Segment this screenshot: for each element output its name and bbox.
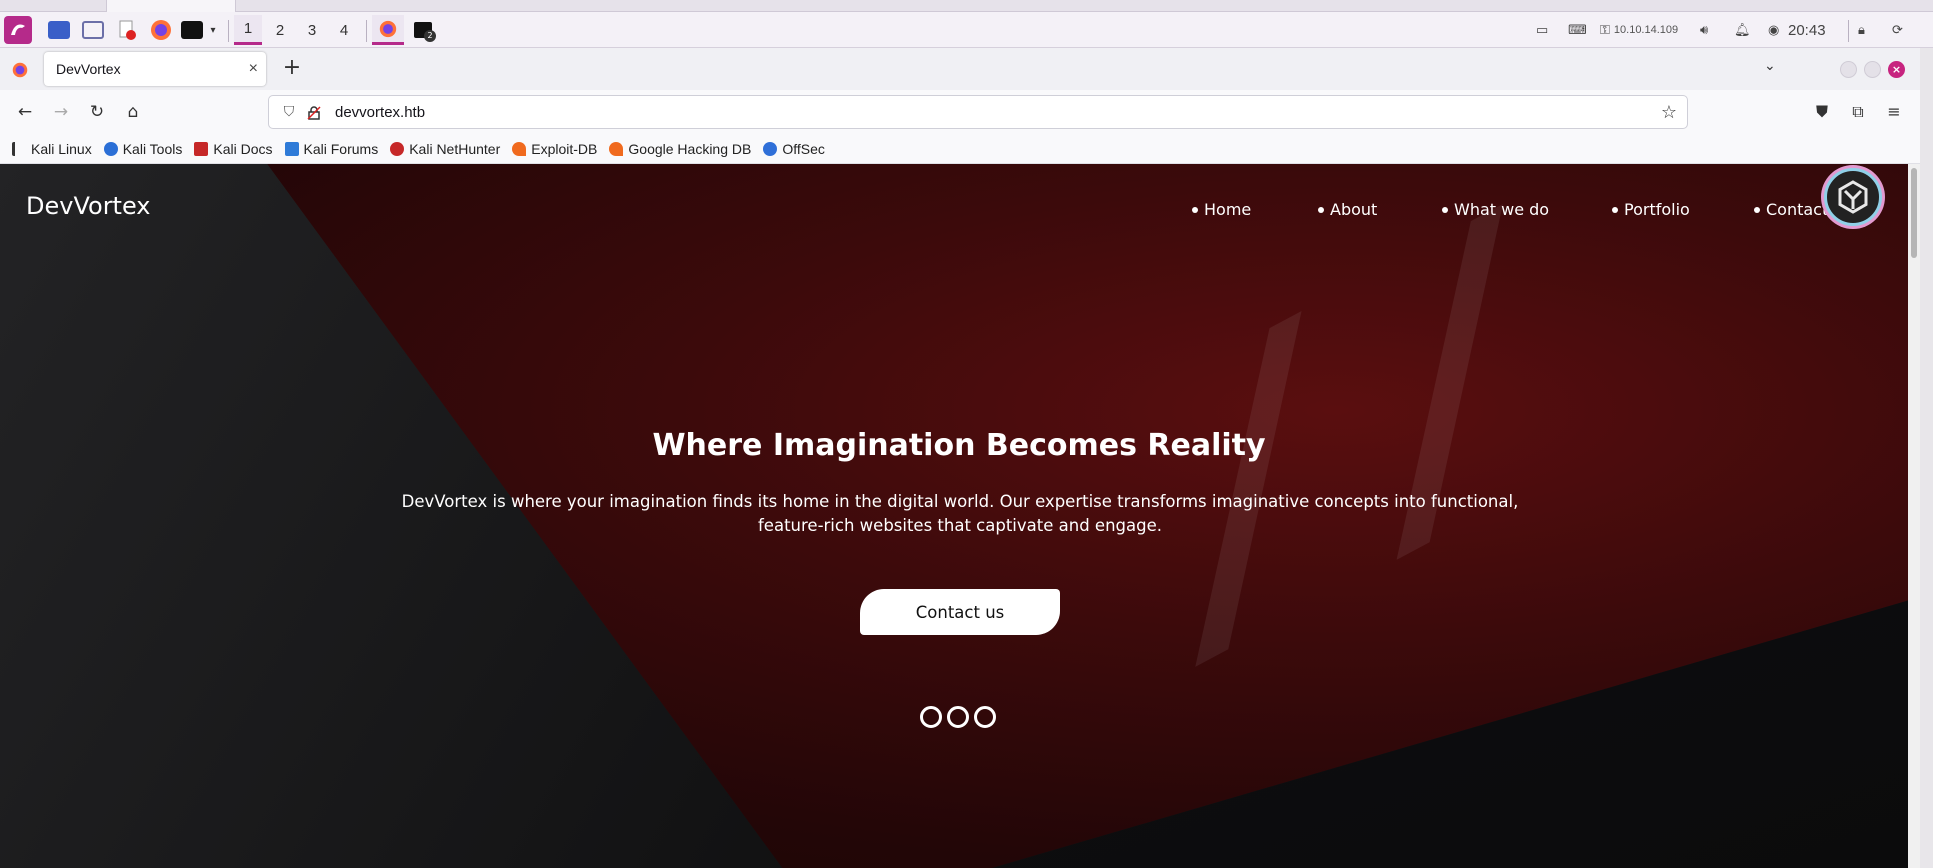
list-all-tabs-chevron-icon[interactable]: ⌄	[1764, 58, 1776, 74]
window-count-badge: 2	[424, 30, 436, 42]
hamburger-menu-icon[interactable]: ≡	[1882, 100, 1906, 124]
volume-icon[interactable]: 🔊︎	[1700, 20, 1718, 40]
bookmark-kali-nethunter[interactable]: Kali NetHunter	[390, 141, 500, 157]
hidden-window-strip	[0, 0, 1933, 12]
carousel-dot-1[interactable]	[920, 706, 942, 728]
kali-forums-icon	[284, 141, 299, 156]
terminal-launcher-icon[interactable]	[180, 18, 204, 42]
peek-tab-right[interactable]	[106, 0, 236, 12]
hexagon-logo-icon	[1838, 180, 1868, 214]
workspace-2[interactable]: 2	[266, 18, 294, 42]
power-manager-icon[interactable]: ◉	[1768, 20, 1784, 40]
url-input[interactable]	[335, 103, 1585, 121]
minimize-button[interactable]	[1840, 61, 1857, 78]
insecure-lock-icon[interactable]	[307, 105, 321, 120]
bookmark-kali-forums[interactable]: Kali Forums	[284, 141, 378, 157]
tab-title: DevVortex	[56, 61, 121, 77]
floating-extension-badge[interactable]	[1824, 168, 1882, 226]
kali-docs-icon	[194, 141, 209, 156]
bookmark-kali-tools[interactable]: Kali Tools	[103, 141, 182, 157]
page-scrollbar[interactable]	[1908, 164, 1920, 868]
vpn-indicator[interactable]: ⚿ 10.10.14.109	[1600, 20, 1678, 40]
nav-home[interactable]: Home	[1192, 200, 1251, 219]
kali-dragon-icon	[11, 24, 25, 35]
nav-bullet	[1612, 206, 1618, 213]
carousel-indicators	[920, 706, 1001, 728]
bookmark-kali-docs[interactable]: Kali Docs	[194, 141, 273, 157]
contact-us-button[interactable]: Contact us	[860, 589, 1060, 635]
close-window-button[interactable]: ×	[1888, 61, 1905, 78]
window-edge	[1920, 48, 1933, 868]
kali-tools-icon	[103, 141, 118, 156]
forward-arrow-icon[interactable]: →	[48, 100, 74, 124]
taskbar-firefox-window[interactable]	[372, 15, 404, 45]
new-tab-button[interactable]: +	[280, 56, 304, 80]
nav-bullet	[1442, 206, 1448, 213]
tab-close-icon[interactable]: ×	[249, 60, 258, 78]
workspace-4[interactable]: 4	[330, 18, 358, 42]
kali-menu-button[interactable]	[4, 16, 32, 44]
bookmark-kali-linux[interactable]: Kali Linux	[12, 141, 92, 157]
workspace-1[interactable]: 1	[234, 15, 262, 45]
web-page: ⟋⟋ DevVortex Home About What we do Portf…	[0, 164, 1908, 868]
extensions-icon[interactable]: ⧉	[1846, 100, 1870, 124]
pocket-icon[interactable]: ⛊	[1810, 100, 1834, 124]
kali-dragon-icon	[12, 141, 26, 156]
nav-bullet	[1754, 206, 1760, 213]
nav-bullet	[1318, 206, 1324, 213]
nav-about[interactable]: About	[1318, 200, 1377, 219]
carousel-dot-3[interactable]	[974, 706, 996, 728]
tracking-protection-shield-icon[interactable]: ⛉	[279, 104, 299, 120]
browser-tab-bar: DevVortex × + ⌄ ×	[0, 48, 1920, 90]
network-icon: ⚿	[1600, 22, 1610, 37]
nav-what-we-do[interactable]: What we do	[1442, 200, 1549, 219]
exploit-db-icon	[512, 141, 527, 156]
bookmarks-toolbar: Kali Linux Kali Tools Kali Docs Kali For…	[0, 134, 1920, 164]
workspace-3[interactable]: 3	[298, 18, 326, 42]
site-logo[interactable]: DevVortex	[26, 192, 151, 220]
nav-bullet	[1192, 206, 1198, 213]
navigation-toolbar: ← → ↻ ⌂ ⛉ ☆ ⛊ ⧉ ≡	[0, 90, 1920, 134]
chevron-down-icon[interactable]: ▾	[206, 18, 220, 42]
hero-description: DevVortex is where your imagination find…	[401, 492, 1519, 535]
text-editor-icon[interactable]	[114, 18, 140, 42]
url-bar[interactable]: ⛉ ☆	[268, 95, 1688, 129]
file-manager-icon[interactable]	[80, 18, 106, 42]
tab-devvortex[interactable]: DevVortex ×	[44, 52, 266, 86]
hero-title: Where Imagination Becomes Reality	[652, 428, 1266, 463]
kali-panel: ▾ 1 2 3 4 2 ▭ ⌨ ⚿ 10.10.14.109 🔊︎ 🔔︎ ◉ 2…	[0, 12, 1933, 48]
firefox-view-icon[interactable]	[12, 62, 28, 82]
peek-tab-left[interactable]	[0, 0, 100, 12]
scrollbar-thumb[interactable]	[1911, 168, 1917, 258]
nethunter-icon	[390, 141, 405, 156]
home-icon[interactable]: ⌂	[120, 100, 146, 124]
clock[interactable]: 20:43	[1788, 20, 1826, 40]
back-arrow-icon[interactable]: ←	[12, 100, 38, 124]
lock-screen-icon[interactable]: 🔒︎	[1858, 20, 1874, 40]
logout-icon[interactable]: ⟳	[1892, 20, 1910, 40]
notification-bell-icon[interactable]: 🔔︎	[1734, 20, 1752, 40]
show-desktop-icon[interactable]	[46, 18, 72, 42]
taskbar-terminal-window[interactable]: 2	[410, 18, 436, 42]
offsec-icon	[763, 141, 778, 156]
bookmark-exploit-db[interactable]: Exploit-DB	[512, 141, 597, 157]
bookmark-star-icon[interactable]: ☆	[1661, 102, 1677, 123]
ghdb-icon	[609, 141, 624, 156]
firefox-launcher-icon[interactable]	[148, 18, 174, 42]
reload-icon[interactable]: ↻	[84, 100, 110, 124]
screen-icon[interactable]: ▭	[1536, 20, 1552, 40]
keyboard-icon[interactable]: ⌨	[1568, 20, 1588, 40]
nav-portfolio[interactable]: Portfolio	[1612, 200, 1690, 219]
bookmark-offsec[interactable]: OffSec	[763, 141, 825, 157]
maximize-button[interactable]	[1864, 61, 1881, 78]
bookmark-google-hacking-db[interactable]: Google Hacking DB	[609, 141, 751, 157]
carousel-dot-2[interactable]	[947, 706, 969, 728]
